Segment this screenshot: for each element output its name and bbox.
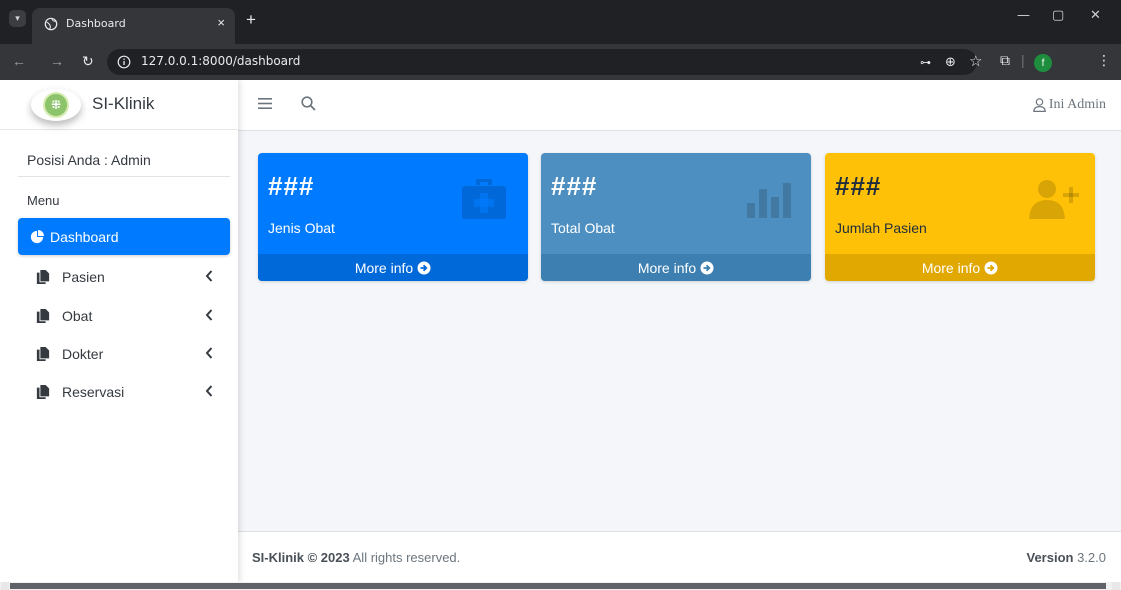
- arrow-circle-right-icon: [417, 261, 431, 274]
- tab-close-icon[interactable]: ×: [217, 15, 225, 30]
- card-jenis-obat: ### Jenis Obat More info: [258, 153, 528, 281]
- sidebar-item-label: Obat: [62, 307, 93, 324]
- version-label: Version: [1026, 550, 1074, 565]
- scroll-right-arrow[interactable]: [1112, 582, 1120, 590]
- user-plus-icon: [1029, 180, 1079, 219]
- search-icon[interactable]: [301, 96, 316, 111]
- forward-arrow-icon[interactable]: →: [50, 53, 64, 69]
- sidebar-item-dashboard[interactable]: Dashboard: [18, 218, 230, 255]
- more-info-link[interactable]: More info: [258, 254, 528, 281]
- chevron-left-icon: [205, 309, 213, 321]
- clinic-logo-icon: ⁜: [31, 89, 81, 121]
- user-menu-link[interactable]: Ini Admin: [1033, 97, 1106, 113]
- more-info-link[interactable]: More info: [541, 254, 811, 281]
- sidebar-item-label: Reservasi: [62, 383, 125, 400]
- card-label: Total Obat: [551, 220, 615, 236]
- scrollbar-thumb[interactable]: [10, 583, 1106, 589]
- url-text: 127.0.0.1:8000/dashboard: [141, 54, 301, 68]
- chevron-left-icon: [205, 270, 213, 282]
- sidebar-item-dokter[interactable]: Dokter: [18, 335, 230, 372]
- zoom-icon[interactable]: ⊕: [945, 54, 956, 70]
- file-icon: [36, 384, 50, 399]
- main-footer: SI-Klinik © 2023 All rights reserved. Ve…: [238, 531, 1121, 582]
- dashboard-icon: [30, 229, 44, 243]
- scroll-left-arrow[interactable]: [1, 582, 9, 590]
- user-icon: [1033, 98, 1046, 112]
- password-key-icon[interactable]: ⊶: [920, 56, 931, 69]
- bookmark-star-icon[interactable]: ☆: [969, 52, 982, 70]
- minimize-button[interactable]: —: [1017, 8, 1030, 23]
- browser-tab-bar: ▾ Dashboard × + — ▢ ✕: [0, 0, 1121, 44]
- tab-title: Dashboard: [66, 17, 126, 30]
- user-name: Ini Admin: [1048, 97, 1106, 112]
- chevron-left-icon: [205, 385, 213, 397]
- hamburger-menu-icon[interactable]: [258, 97, 272, 110]
- horizontal-scrollbar[interactable]: [0, 582, 1121, 590]
- more-info-label: More info: [354, 259, 414, 276]
- browser-menu-icon[interactable]: ⋮: [1097, 52, 1111, 69]
- version-text: Version 3.2.0: [1027, 550, 1107, 565]
- tab-search-dropdown-icon[interactable]: ▾: [9, 10, 26, 27]
- file-icon: [36, 269, 50, 284]
- user-panel: Posisi Anda : Admin: [18, 142, 230, 177]
- chevron-left-icon: [205, 347, 213, 359]
- sidebar-item-label: Pasien: [62, 268, 105, 285]
- sidebar-item-obat[interactable]: Obat: [18, 297, 230, 334]
- version-number: 3.2.0: [1073, 550, 1106, 565]
- medkit-icon: [462, 179, 506, 219]
- card-total-obat: ### Total Obat More info: [541, 153, 811, 281]
- more-info-link[interactable]: More info: [825, 254, 1095, 281]
- back-arrow-icon[interactable]: ←: [12, 53, 26, 69]
- close-window-button[interactable]: ✕: [1090, 8, 1101, 23]
- file-icon: [36, 346, 50, 361]
- more-info-label: More info: [921, 259, 981, 276]
- profile-avatar[interactable]: f: [1034, 54, 1052, 72]
- new-tab-button[interactable]: +: [246, 10, 256, 30]
- main-header: Ini Admin: [238, 80, 1121, 131]
- reload-icon[interactable]: ↻: [82, 53, 94, 70]
- user-position-text: Posisi Anda : Admin: [27, 152, 151, 168]
- card-label: Jenis Obat: [268, 220, 335, 236]
- sidebar-item-reservasi[interactable]: Reservasi: [18, 373, 230, 410]
- main-sidebar: ⁜ SI-Klinik Posisi Anda : Admin Menu Das…: [0, 80, 238, 582]
- copyright-text: SI-Klinik © 2023 All rights reserved.: [252, 550, 460, 565]
- card-label: Jumlah Pasien: [835, 220, 927, 236]
- address-bar[interactable]: 127.0.0.1:8000/dashboard ⊶ ⊕ ☆: [107, 49, 982, 75]
- browser-tab-dashboard[interactable]: Dashboard ×: [32, 8, 235, 44]
- more-info-label: More info: [637, 259, 697, 276]
- menu-header: Menu: [27, 193, 60, 208]
- page-viewport: ⁜ SI-Klinik Posisi Anda : Admin Menu Das…: [0, 80, 1121, 582]
- toolbar-divider: |: [1021, 52, 1025, 68]
- arrow-circle-right-icon: [984, 261, 998, 274]
- globe-icon: [44, 17, 58, 31]
- brand-text: SI-Klinik: [92, 94, 155, 113]
- sidebar-item-label: Dashboard: [50, 228, 119, 245]
- extensions-icon[interactable]: ⧉: [1000, 52, 1010, 69]
- sidebar-item-pasien[interactable]: Pasien: [18, 258, 230, 295]
- sidebar-item-label: Dokter: [62, 345, 104, 362]
- bar-chart-icon: [747, 183, 791, 218]
- browser-toolbar: ← → ↻ 127.0.0.1:8000/dashboard ⊶ ⊕ ☆ ⧉ |…: [0, 44, 1121, 80]
- file-icon: [36, 308, 50, 323]
- brand-link[interactable]: ⁜ SI-Klinik: [0, 80, 238, 130]
- arrow-circle-right-icon: [700, 261, 714, 274]
- card-jumlah-pasien: ### Jumlah Pasien More info: [825, 153, 1095, 281]
- restore-button[interactable]: ▢: [1052, 8, 1064, 23]
- copyright-brand: SI-Klinik © 2023: [252, 550, 350, 565]
- site-info-icon[interactable]: [117, 55, 131, 69]
- copyright-rights: All rights reserved.: [349, 550, 461, 565]
